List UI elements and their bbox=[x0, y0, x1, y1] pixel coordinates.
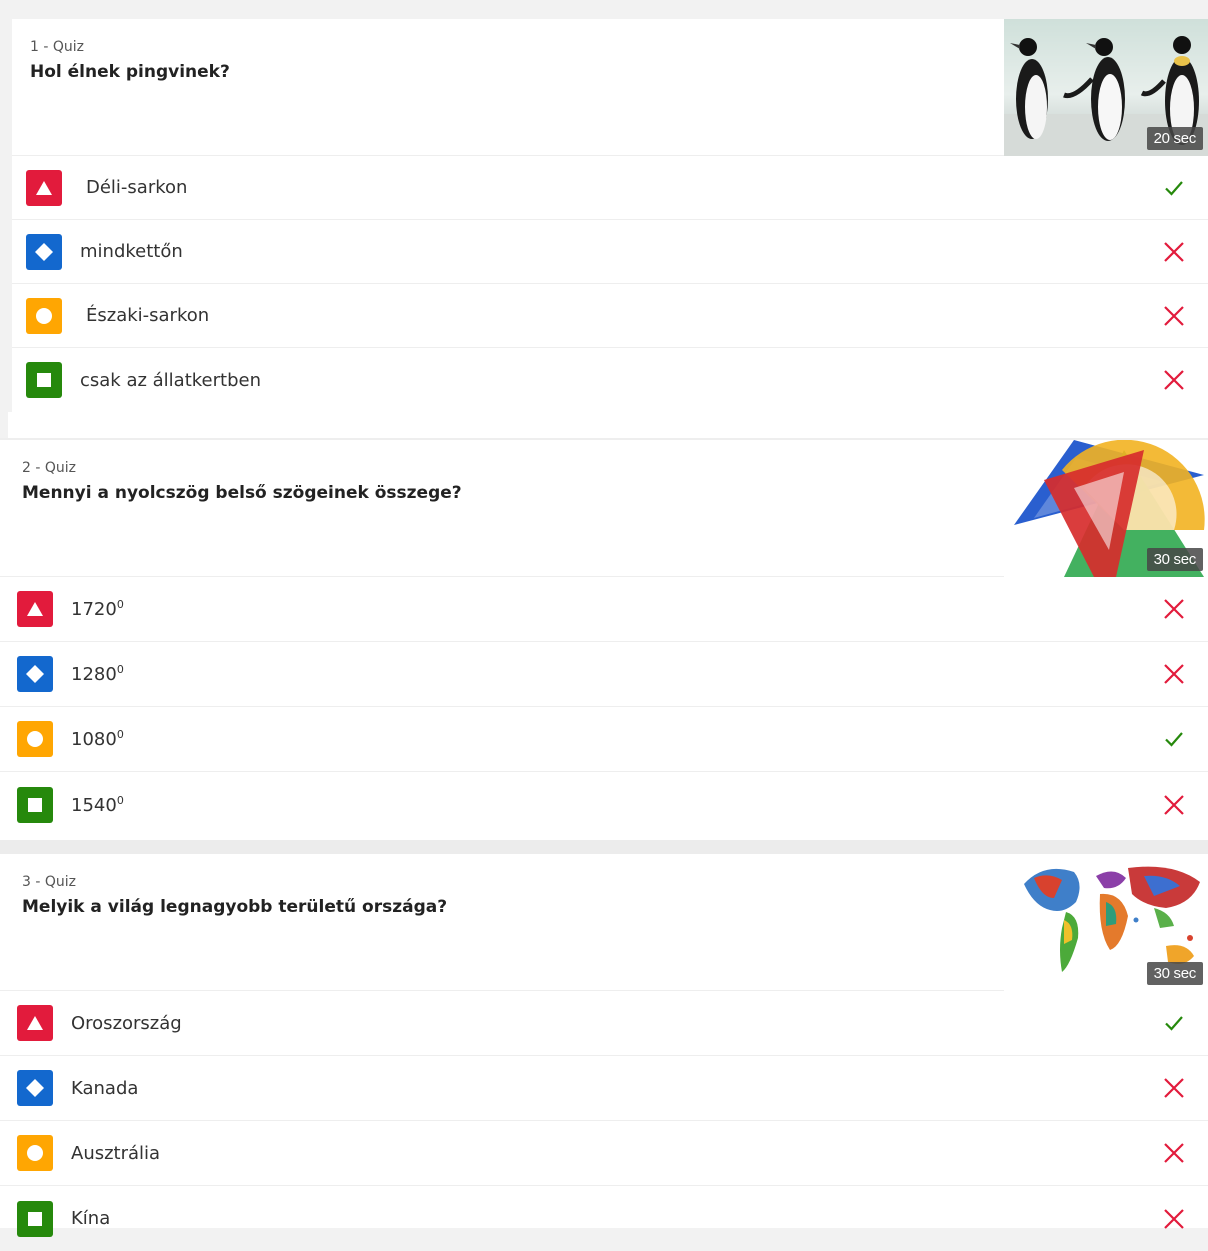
geometry-tools-image: 30 sec bbox=[1004, 440, 1208, 577]
answer-text: mindkettőn bbox=[80, 241, 183, 262]
time-badge: 30 sec bbox=[1146, 962, 1203, 985]
answer-row: csak az állatkertben bbox=[12, 348, 1208, 412]
circle-icon bbox=[17, 721, 53, 757]
answer-text: Déli-sarkon bbox=[86, 177, 188, 198]
divider bbox=[0, 840, 1208, 854]
question-title: Melyik a világ legnagyobb területű orszá… bbox=[22, 897, 448, 917]
answer-text: 15400 bbox=[71, 793, 124, 816]
answers-list: 17200 12800 10800 15400 bbox=[0, 577, 1208, 837]
question-title: Mennyi a nyolcszög belső szögeinek össze… bbox=[22, 483, 462, 503]
question-card-2: 2 - Quiz Mennyi a nyolcszög belső szögei… bbox=[0, 438, 1208, 840]
square-icon bbox=[17, 1200, 53, 1237]
degree-sup: 0 bbox=[116, 663, 124, 676]
answer-text: Oroszország bbox=[71, 1012, 182, 1034]
degree-sup: 0 bbox=[116, 598, 124, 611]
answer-text: Kína bbox=[71, 1208, 111, 1229]
question-title: Hol élnek pingvinek? bbox=[30, 62, 230, 82]
degree-sup: 0 bbox=[116, 793, 124, 807]
answer-text: Ausztrália bbox=[71, 1142, 161, 1164]
diamond-icon bbox=[26, 233, 62, 270]
cross-icon bbox=[1162, 1076, 1186, 1100]
question-number: 3 - Quiz bbox=[22, 874, 76, 890]
check-icon bbox=[1162, 727, 1186, 751]
question-card-1: 1 - Quiz Hol élnek pingvinek? 20 sec Dél… bbox=[12, 19, 1208, 412]
cross-icon bbox=[1162, 240, 1186, 264]
cross-icon bbox=[1162, 597, 1186, 621]
check-icon bbox=[1162, 176, 1186, 200]
answer-text: 17200 bbox=[71, 598, 124, 620]
triangle-icon bbox=[17, 591, 53, 627]
answer-row: Déli-sarkon bbox=[12, 156, 1208, 220]
answer-row: mindkettőn bbox=[12, 220, 1208, 284]
cross-icon bbox=[1162, 304, 1186, 328]
square-icon bbox=[26, 362, 62, 398]
spacer bbox=[0, 412, 1208, 438]
answer-text: 12800 bbox=[71, 663, 124, 685]
cross-icon bbox=[1162, 662, 1186, 686]
answer-row: Ausztrália bbox=[0, 1121, 1208, 1186]
answer-text: Kanada bbox=[71, 1077, 139, 1099]
cross-icon bbox=[1162, 1207, 1186, 1231]
question-header: 3 - Quiz Melyik a világ legnagyobb terül… bbox=[0, 854, 1208, 991]
square-icon bbox=[17, 786, 53, 823]
divider bbox=[0, 412, 8, 438]
circle-icon bbox=[26, 297, 62, 334]
answer-text: Északi-sarkon bbox=[86, 305, 210, 326]
triangle-icon bbox=[17, 1005, 53, 1041]
answer-row: Északi-sarkon bbox=[12, 284, 1208, 348]
cross-icon bbox=[1162, 1141, 1186, 1165]
triangle-icon bbox=[26, 169, 62, 206]
answer-row: Kanada bbox=[0, 1056, 1208, 1121]
answer-row: 10800 bbox=[0, 707, 1208, 772]
circle-icon bbox=[17, 1135, 53, 1171]
answer-row: Kína bbox=[0, 1186, 1208, 1251]
answer-row: 12800 bbox=[0, 642, 1208, 707]
question-number: 1 - Quiz bbox=[30, 39, 84, 55]
time-badge: 20 sec bbox=[1146, 127, 1203, 150]
question-header: 2 - Quiz Mennyi a nyolcszög belső szögei… bbox=[0, 440, 1208, 577]
answer-text: csak az állatkertben bbox=[80, 369, 261, 391]
question-header: 1 - Quiz Hol élnek pingvinek? 20 sec bbox=[12, 19, 1208, 156]
answers-list: Déli-sarkon mindkettőn Északi-sarkon csa… bbox=[12, 156, 1208, 412]
time-badge: 30 sec bbox=[1146, 548, 1203, 571]
penguins-image: 20 sec bbox=[1004, 19, 1208, 156]
answer-text: 10800 bbox=[71, 728, 124, 750]
diamond-icon bbox=[17, 1070, 53, 1106]
cross-icon bbox=[1162, 793, 1186, 817]
answer-row: 15400 bbox=[0, 772, 1208, 837]
world-map-image: 30 sec bbox=[1004, 854, 1208, 991]
degree-sup: 0 bbox=[116, 728, 124, 741]
check-icon bbox=[1162, 1011, 1186, 1035]
answers-list: Oroszország Kanada Ausztrália Kína bbox=[0, 991, 1208, 1251]
answer-row: 17200 bbox=[0, 577, 1208, 642]
cross-icon bbox=[1162, 368, 1186, 392]
answer-row: Oroszország bbox=[0, 991, 1208, 1056]
question-number: 2 - Quiz bbox=[22, 460, 76, 476]
diamond-icon bbox=[17, 656, 53, 692]
question-card-3: 3 - Quiz Melyik a világ legnagyobb terül… bbox=[0, 854, 1208, 1237]
